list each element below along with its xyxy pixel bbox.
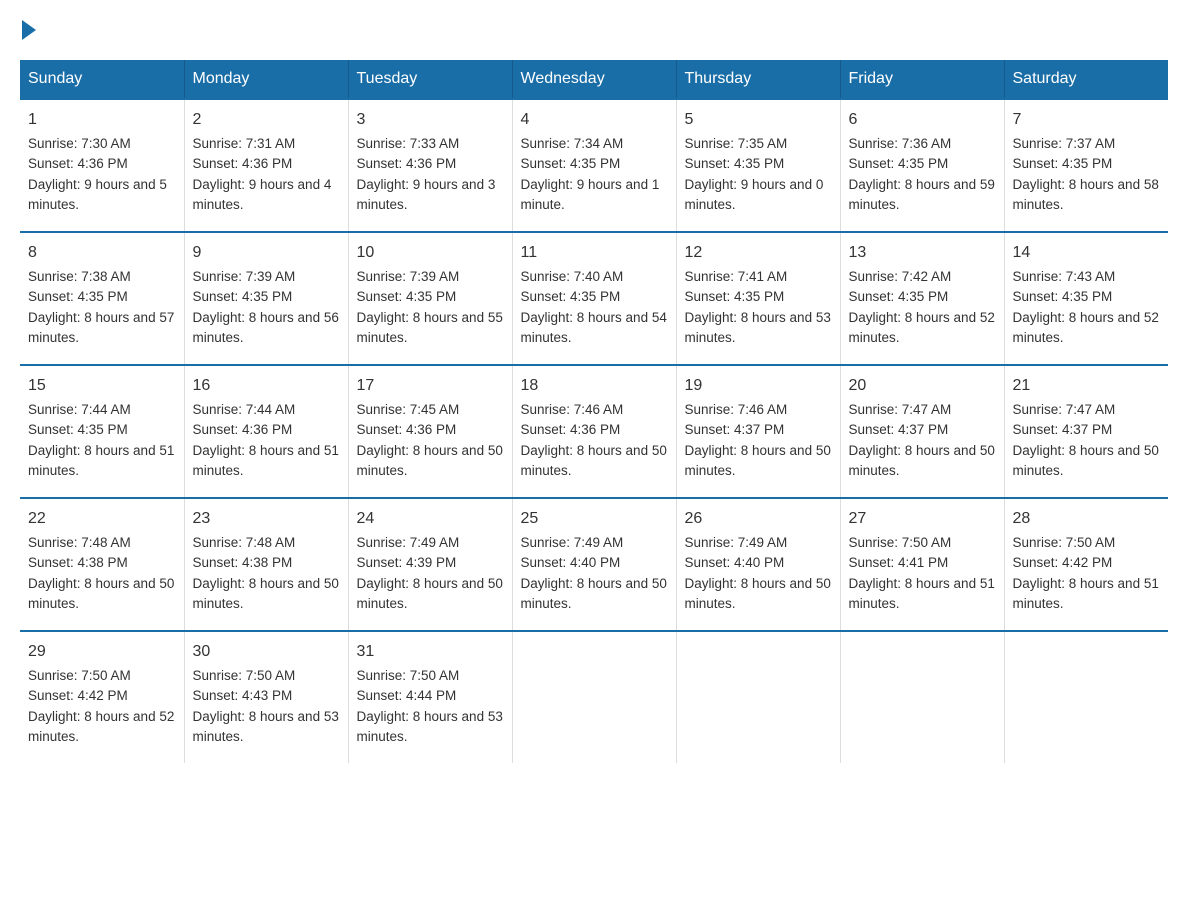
day-number: 15 bbox=[28, 374, 176, 398]
calendar-day-cell: 1Sunrise: 7:30 AMSunset: 4:36 PMDaylight… bbox=[20, 99, 184, 232]
day-number: 24 bbox=[357, 507, 504, 531]
calendar-day-cell: 26Sunrise: 7:49 AMSunset: 4:40 PMDayligh… bbox=[676, 498, 840, 631]
calendar-week-row: 1Sunrise: 7:30 AMSunset: 4:36 PMDaylight… bbox=[20, 99, 1168, 232]
calendar-day-cell bbox=[676, 631, 840, 763]
day-number: 28 bbox=[1013, 507, 1161, 531]
calendar-day-cell: 11Sunrise: 7:40 AMSunset: 4:35 PMDayligh… bbox=[512, 232, 676, 365]
calendar-day-cell: 25Sunrise: 7:49 AMSunset: 4:40 PMDayligh… bbox=[512, 498, 676, 631]
calendar-day-cell: 23Sunrise: 7:48 AMSunset: 4:38 PMDayligh… bbox=[184, 498, 348, 631]
calendar-day-cell: 10Sunrise: 7:39 AMSunset: 4:35 PMDayligh… bbox=[348, 232, 512, 365]
calendar-day-cell: 8Sunrise: 7:38 AMSunset: 4:35 PMDaylight… bbox=[20, 232, 184, 365]
calendar-day-cell: 15Sunrise: 7:44 AMSunset: 4:35 PMDayligh… bbox=[20, 365, 184, 498]
day-of-week-header: Friday bbox=[840, 60, 1004, 99]
calendar-day-cell: 27Sunrise: 7:50 AMSunset: 4:41 PMDayligh… bbox=[840, 498, 1004, 631]
logo-arrow-icon bbox=[22, 20, 36, 40]
day-number: 14 bbox=[1013, 241, 1161, 265]
day-number: 12 bbox=[685, 241, 832, 265]
calendar-week-row: 29Sunrise: 7:50 AMSunset: 4:42 PMDayligh… bbox=[20, 631, 1168, 763]
day-number: 29 bbox=[28, 640, 176, 664]
day-number: 9 bbox=[193, 241, 340, 265]
calendar-day-cell: 28Sunrise: 7:50 AMSunset: 4:42 PMDayligh… bbox=[1004, 498, 1168, 631]
calendar-week-row: 15Sunrise: 7:44 AMSunset: 4:35 PMDayligh… bbox=[20, 365, 1168, 498]
day-of-week-header: Thursday bbox=[676, 60, 840, 99]
calendar-day-cell: 31Sunrise: 7:50 AMSunset: 4:44 PMDayligh… bbox=[348, 631, 512, 763]
day-number: 18 bbox=[521, 374, 668, 398]
day-number: 23 bbox=[193, 507, 340, 531]
day-number: 21 bbox=[1013, 374, 1161, 398]
calendar-day-cell: 3Sunrise: 7:33 AMSunset: 4:36 PMDaylight… bbox=[348, 99, 512, 232]
calendar-week-row: 8Sunrise: 7:38 AMSunset: 4:35 PMDaylight… bbox=[20, 232, 1168, 365]
calendar-day-cell: 6Sunrise: 7:36 AMSunset: 4:35 PMDaylight… bbox=[840, 99, 1004, 232]
calendar-header-row: SundayMondayTuesdayWednesdayThursdayFrid… bbox=[20, 60, 1168, 99]
day-of-week-header: Wednesday bbox=[512, 60, 676, 99]
day-number: 6 bbox=[849, 108, 996, 132]
day-of-week-header: Saturday bbox=[1004, 60, 1168, 99]
calendar-day-cell: 9Sunrise: 7:39 AMSunset: 4:35 PMDaylight… bbox=[184, 232, 348, 365]
day-number: 17 bbox=[357, 374, 504, 398]
calendar-day-cell: 17Sunrise: 7:45 AMSunset: 4:36 PMDayligh… bbox=[348, 365, 512, 498]
calendar-day-cell: 24Sunrise: 7:49 AMSunset: 4:39 PMDayligh… bbox=[348, 498, 512, 631]
day-number: 7 bbox=[1013, 108, 1161, 132]
calendar-day-cell: 29Sunrise: 7:50 AMSunset: 4:42 PMDayligh… bbox=[20, 631, 184, 763]
calendar-day-cell: 7Sunrise: 7:37 AMSunset: 4:35 PMDaylight… bbox=[1004, 99, 1168, 232]
day-number: 1 bbox=[28, 108, 176, 132]
calendar-day-cell: 20Sunrise: 7:47 AMSunset: 4:37 PMDayligh… bbox=[840, 365, 1004, 498]
calendar-day-cell: 19Sunrise: 7:46 AMSunset: 4:37 PMDayligh… bbox=[676, 365, 840, 498]
calendar-day-cell: 30Sunrise: 7:50 AMSunset: 4:43 PMDayligh… bbox=[184, 631, 348, 763]
day-number: 13 bbox=[849, 241, 996, 265]
day-number: 16 bbox=[193, 374, 340, 398]
day-number: 3 bbox=[357, 108, 504, 132]
day-of-week-header: Tuesday bbox=[348, 60, 512, 99]
calendar-day-cell: 12Sunrise: 7:41 AMSunset: 4:35 PMDayligh… bbox=[676, 232, 840, 365]
day-of-week-header: Monday bbox=[184, 60, 348, 99]
day-number: 20 bbox=[849, 374, 996, 398]
day-number: 31 bbox=[357, 640, 504, 664]
calendar-day-cell: 16Sunrise: 7:44 AMSunset: 4:36 PMDayligh… bbox=[184, 365, 348, 498]
day-number: 26 bbox=[685, 507, 832, 531]
day-number: 30 bbox=[193, 640, 340, 664]
calendar-body: 1Sunrise: 7:30 AMSunset: 4:36 PMDaylight… bbox=[20, 99, 1168, 763]
day-number: 4 bbox=[521, 108, 668, 132]
calendar-day-cell: 5Sunrise: 7:35 AMSunset: 4:35 PMDaylight… bbox=[676, 99, 840, 232]
day-number: 11 bbox=[521, 241, 668, 265]
day-number: 8 bbox=[28, 241, 176, 265]
calendar-day-cell: 22Sunrise: 7:48 AMSunset: 4:38 PMDayligh… bbox=[20, 498, 184, 631]
day-number: 5 bbox=[685, 108, 832, 132]
calendar-day-cell: 21Sunrise: 7:47 AMSunset: 4:37 PMDayligh… bbox=[1004, 365, 1168, 498]
calendar-day-cell bbox=[840, 631, 1004, 763]
calendar-week-row: 22Sunrise: 7:48 AMSunset: 4:38 PMDayligh… bbox=[20, 498, 1168, 631]
day-number: 25 bbox=[521, 507, 668, 531]
day-number: 10 bbox=[357, 241, 504, 265]
day-number: 27 bbox=[849, 507, 996, 531]
calendar-day-cell: 14Sunrise: 7:43 AMSunset: 4:35 PMDayligh… bbox=[1004, 232, 1168, 365]
calendar-day-cell: 13Sunrise: 7:42 AMSunset: 4:35 PMDayligh… bbox=[840, 232, 1004, 365]
day-of-week-header: Sunday bbox=[20, 60, 184, 99]
day-number: 19 bbox=[685, 374, 832, 398]
calendar-day-cell: 4Sunrise: 7:34 AMSunset: 4:35 PMDaylight… bbox=[512, 99, 676, 232]
calendar-table: SundayMondayTuesdayWednesdayThursdayFrid… bbox=[20, 60, 1168, 763]
day-number: 2 bbox=[193, 108, 340, 132]
logo bbox=[20, 20, 38, 40]
page-header bbox=[20, 20, 1168, 40]
calendar-day-cell bbox=[512, 631, 676, 763]
calendar-day-cell bbox=[1004, 631, 1168, 763]
day-number: 22 bbox=[28, 507, 176, 531]
calendar-day-cell: 18Sunrise: 7:46 AMSunset: 4:36 PMDayligh… bbox=[512, 365, 676, 498]
calendar-day-cell: 2Sunrise: 7:31 AMSunset: 4:36 PMDaylight… bbox=[184, 99, 348, 232]
